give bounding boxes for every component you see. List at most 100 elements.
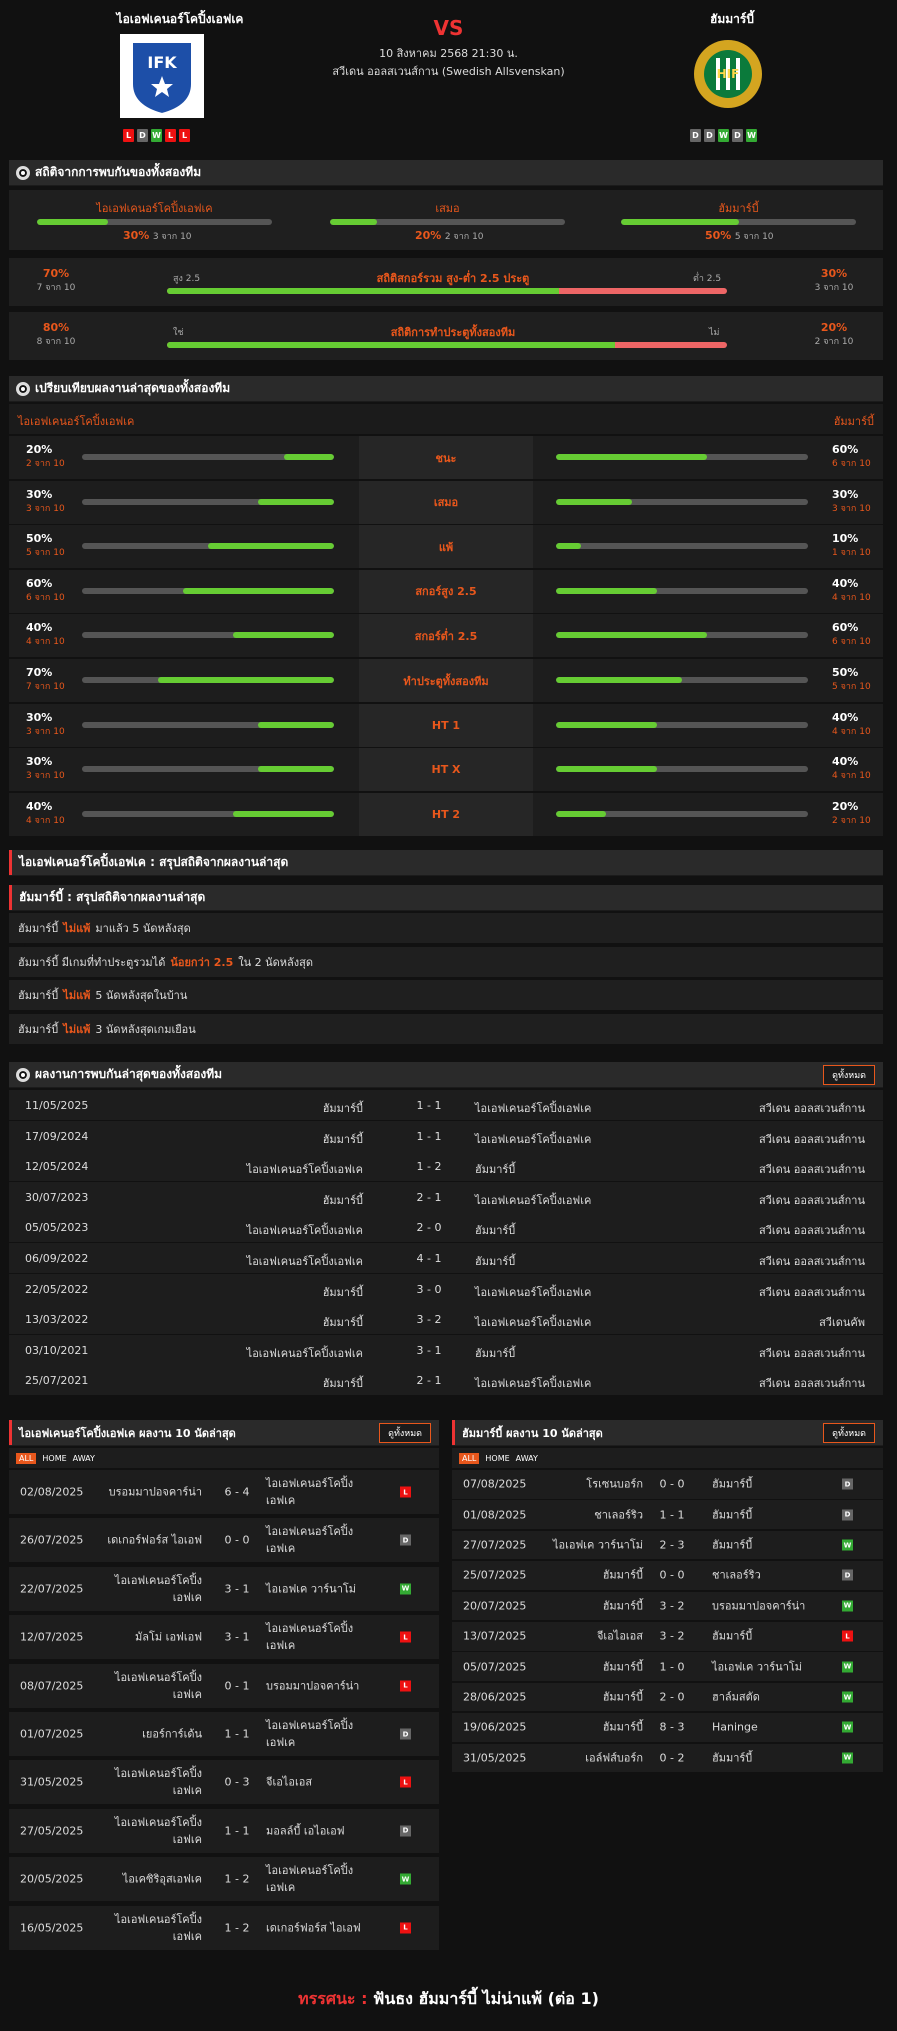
away-team-name[interactable]: ฮัมมาร์บี้ (632, 10, 832, 29)
away-team[interactable]: ฮัมมาร์บี้ (712, 1749, 817, 1766)
home-team[interactable]: ฮัมมาร์บี้ (323, 1130, 363, 1148)
h2h-match-row[interactable]: 05/05/2023 ไอเอฟเคนอร์โคปิ้งเอฟเค 2 - 0 ฮัม… (9, 1212, 883, 1243)
home-team[interactable]: ฮัมมาร์บี้ (323, 1099, 363, 1117)
home-team[interactable]: จีเอไอเอส (533, 1628, 643, 1645)
home-team[interactable]: ไอเอฟเค วาร์นาโม่ (533, 1537, 643, 1554)
away-team[interactable]: Haninge (712, 1719, 817, 1736)
away-team[interactable]: มอลล์บี้ เอไอเอฟ (266, 1822, 371, 1839)
away-team[interactable]: ไอเอฟเค วาร์นาโม่ (712, 1658, 817, 1675)
home-team[interactable]: ไอเอฟเคนอร์โคปิ้ง เอฟเค (92, 1572, 202, 1606)
compare-home-team[interactable]: ไอเอฟเคนอร์โคปิ้งเอฟเค (18, 412, 134, 430)
tab-away[interactable]: AWAY (516, 1454, 538, 1463)
home-team[interactable]: เยอร์การ์เด้น (92, 1726, 202, 1743)
h2h-match-row[interactable]: 17/09/2024 ฮัมมาร์บี้ 1 - 1 ไอเอฟเคนอร์โคปิ… (9, 1120, 883, 1151)
away-team[interactable]: ฮัมมาร์บี้ (475, 1252, 515, 1270)
home-team[interactable]: ไอเอฟเคนอร์โคปิ้งเอฟเค (247, 1160, 363, 1178)
away-team[interactable]: ไอเอฟเคนอร์โคปิ้ง เอฟเค (266, 1862, 371, 1896)
recent-match-row[interactable]: 31/05/2025 ไอเอฟเคนอร์โคปิ้ง เอฟเค 0 - 3 จี… (9, 1760, 439, 1805)
away-team[interactable]: ไอเอฟเคนอร์โคปิ้งเอฟเค (475, 1283, 591, 1301)
away-team[interactable]: ไอเอฟเคนอร์โคปิ้งเอฟเค (475, 1099, 591, 1117)
tab-all[interactable]: ALL (459, 1452, 480, 1464)
home-team[interactable]: ไอเอฟเคนอร์โคปิ้ง เอฟเค (92, 1911, 202, 1945)
away-team[interactable]: ชาเลอร์ริว (712, 1567, 817, 1584)
home-team[interactable]: มัลโม่ เอฟเอฟ (92, 1629, 202, 1646)
recent-match-row[interactable]: 26/07/2025 เดเกอร์ฟอร์ส ไอเอฟ 0 - 0 ไอเอฟเค… (9, 1518, 439, 1563)
away-team[interactable]: ฮาล์มสตัด (712, 1689, 817, 1706)
away-team[interactable]: ไอเอฟเคนอร์โคปิ้ง เอฟเค (266, 1620, 371, 1654)
recent-match-row[interactable]: 27/05/2025 ไอเอฟเคนอร์โคปิ้ง เอฟเค 1 - 1 มอ… (9, 1808, 439, 1853)
home-team[interactable]: ไอเอฟเคนอร์โคปิ้ง เอฟเค (92, 1669, 202, 1703)
h2h-match-row[interactable]: 06/09/2022 ไอเอฟเคนอร์โคปิ้งเอฟเค 4 - 1 ฮัม… (9, 1243, 883, 1273)
h2h-match-row[interactable]: 30/07/2023 ฮัมมาร์บี้ 2 - 1 ไอเอฟเคนอร์โคปิ… (9, 1181, 883, 1212)
tab-all[interactable]: ALL (16, 1452, 37, 1464)
tab-away[interactable]: AWAY (73, 1454, 95, 1463)
tab-home[interactable]: HOME (42, 1454, 66, 1463)
h2h-match-row[interactable]: 12/05/2024 ไอเอฟเคนอร์โคปิ้งเอฟเค 1 - 2 ฮัม… (9, 1151, 883, 1182)
away-team[interactable]: ไอเอฟเคนอร์โคปิ้งเอฟเค (475, 1313, 591, 1331)
away-team[interactable]: จีเอไอเอส (266, 1774, 371, 1791)
home-team[interactable]: ไอเอฟเคนอร์โคปิ้งเอฟเค (247, 1221, 363, 1239)
home-team[interactable]: เอล์ฟส์บอร์ก (533, 1749, 643, 1766)
home-team[interactable]: ฮัมมาร์บี้ (323, 1313, 363, 1331)
home-team[interactable]: ฮัมมาร์บี้ (533, 1567, 643, 1584)
recent-match-row[interactable]: 20/05/2025 ไอเคซิริอุสเอฟเค 1 - 2 ไอเอฟเคนอ… (9, 1857, 439, 1902)
away-recent-view-all-button[interactable]: ดูทั้งหมด (823, 1423, 875, 1443)
away-team[interactable]: บรอมมาปอจคาร์น่า (712, 1597, 817, 1614)
home-team[interactable]: ไอเอฟเคนอร์โคปิ้ง เอฟเค (92, 1765, 202, 1799)
h2h-match-row[interactable]: 25/07/2021 ฮัมมาร์บี้ 2 - 1 ไอเอฟเคนอร์โคปิ… (9, 1365, 883, 1396)
recent-match-row[interactable]: 31/05/2025 เอล์ฟส์บอร์ก 0 - 2 ฮัมมาร์บี้ W (452, 1743, 883, 1773)
recent-match-row[interactable]: 01/08/2025 ชาเลอร์ริว 1 - 1 ฮัมมาร์บี้ D (452, 1500, 883, 1529)
recent-match-row[interactable]: 16/05/2025 ไอเอฟเคนอร์โคปิ้ง เอฟเค 1 - 2 เด… (9, 1905, 439, 1950)
h2h-match-row[interactable]: 11/05/2025 ฮัมมาร์บี้ 1 - 1 ไอเอฟเคนอร์โคปิ… (9, 1090, 883, 1120)
away-team[interactable]: บรอมมาปอจคาร์น่า (266, 1677, 371, 1694)
home-team[interactable]: ไอเอฟเคนอร์โคปิ้ง เอฟเค (92, 1814, 202, 1848)
away-team[interactable]: เดเกอร์ฟอร์ส ไอเอฟ (266, 1919, 371, 1936)
away-team[interactable]: ไอเอฟเคนอร์โคปิ้งเอฟเค (475, 1191, 591, 1209)
recent-match-row[interactable]: 27/07/2025 ไอเอฟเค วาร์นาโม่ 2 - 3 ฮัมมาร์บ… (452, 1530, 883, 1560)
away-team[interactable]: ไอเอฟเคนอร์โคปิ้ง เอฟเค (266, 1475, 371, 1509)
home-team[interactable]: ฮัมมาร์บี้ (533, 1597, 643, 1614)
recent-match-row[interactable]: 05/07/2025 ฮัมมาร์บี้ 1 - 0 ไอเอฟเค วาร์นาโ… (452, 1652, 883, 1681)
h2h-match-row[interactable]: 03/10/2021 ไอเอฟเคนอร์โคปิ้งเอฟเค 3 - 1 ฮัม… (9, 1334, 883, 1365)
recent-match-row[interactable]: 01/07/2025 เยอร์การ์เด้น 1 - 1 ไอเอฟเคนอร์โ… (9, 1712, 439, 1756)
recent-match-row[interactable]: 22/07/2025 ไอเอฟเคนอร์โคปิ้ง เอฟเค 3 - 1 ไอ… (9, 1566, 439, 1611)
home-team[interactable]: ฮัมมาร์บี้ (323, 1283, 363, 1301)
recent-match-row[interactable]: 08/07/2025 ไอเอฟเคนอร์โคปิ้ง เอฟเค 0 - 1 บร… (9, 1663, 439, 1708)
home-team[interactable]: ฮัมมาร์บี้ (323, 1374, 363, 1392)
away-team[interactable]: ฮัมมาร์บี้ (475, 1221, 515, 1239)
home-team[interactable]: ไอเอฟเคนอร์โคปิ้งเอฟเค (247, 1344, 363, 1362)
away-team[interactable]: ไอเอฟเคนอร์โคปิ้งเอฟเค (475, 1130, 591, 1148)
home-team[interactable]: บรอมมาปอจคาร์น่า (92, 1484, 202, 1501)
view-all-button[interactable]: ดูทั้งหมด (823, 1065, 875, 1085)
home-team[interactable]: ฮัมมาร์บี้ (323, 1191, 363, 1209)
home-team[interactable]: โรเซนบอร์ก (533, 1476, 643, 1493)
h2h-match-row[interactable]: 13/03/2022 ฮัมมาร์บี้ 3 - 2 ไอเอฟเคนอร์โคปิ… (9, 1304, 883, 1335)
home-team[interactable]: ไอเอฟเคนอร์โคปิ้งเอฟเค (247, 1252, 363, 1270)
away-team[interactable]: ฮัมมาร์บี้ (712, 1506, 817, 1523)
away-team[interactable]: ฮัมมาร์บี้ (712, 1537, 817, 1554)
home-team[interactable]: ชาเลอร์ริว (533, 1506, 643, 1523)
tab-home[interactable]: HOME (485, 1454, 509, 1463)
recent-match-row[interactable]: 19/06/2025 ฮัมมาร์บี้ 8 - 3 Haninge W (452, 1713, 883, 1742)
away-team[interactable]: ฮัมมาร์บี้ (475, 1344, 515, 1362)
recent-match-row[interactable]: 12/07/2025 มัลโม่ เอฟเอฟ 3 - 1 ไอเอฟเคนอร์โ… (9, 1615, 439, 1660)
home-recent-view-all-button[interactable]: ดูทั้งหมด (379, 1423, 431, 1443)
recent-match-row[interactable]: 20/07/2025 ฮัมมาร์บี้ 3 - 2 บรอมมาปอจคาร์น่… (452, 1591, 883, 1621)
home-team[interactable]: ฮัมมาร์บี้ (533, 1719, 643, 1736)
recent-match-row[interactable]: 28/06/2025 ฮัมมาร์บี้ 2 - 0 ฮาล์มสตัด W (452, 1682, 883, 1712)
recent-match-row[interactable]: 02/08/2025 บรอมมาปอจคาร์น่า 6 - 4 ไอเอฟเคนอ… (9, 1470, 439, 1514)
away-team[interactable]: ไอเอฟเค วาร์นาโม่ (266, 1580, 371, 1597)
h2h-match-row[interactable]: 22/05/2022 ฮัมมาร์บี้ 3 - 0 ไอเอฟเคนอร์โคปิ… (9, 1273, 883, 1304)
home-team[interactable]: ฮัมมาร์บี้ (533, 1689, 643, 1706)
away-team[interactable]: ไอเอฟเคนอร์โคปิ้ง เอฟเค (266, 1523, 371, 1557)
away-team[interactable]: ไอเอฟเคนอร์โคปิ้ง เอฟเค (266, 1717, 371, 1751)
home-team[interactable]: ฮัมมาร์บี้ (533, 1658, 643, 1675)
away-team[interactable]: ฮัมมาร์บี้ (475, 1160, 515, 1178)
recent-match-row[interactable]: 07/08/2025 โรเซนบอร์ก 0 - 0 ฮัมมาร์บี้ D (452, 1470, 883, 1499)
recent-match-row[interactable]: 25/07/2025 ฮัมมาร์บี้ 0 - 0 ชาเลอร์ริว D (452, 1561, 883, 1590)
away-team[interactable]: ฮัมมาร์บี้ (712, 1628, 817, 1645)
home-team[interactable]: ไอเคซิริอุสเอฟเค (92, 1871, 202, 1888)
home-team[interactable]: เดเกอร์ฟอร์ส ไอเอฟ (92, 1532, 202, 1549)
away-team[interactable]: ไอเอฟเคนอร์โคปิ้งเอฟเค (475, 1374, 591, 1392)
recent-match-row[interactable]: 13/07/2025 จีเอไอเอส 3 - 2 ฮัมมาร์บี้ L (452, 1622, 883, 1651)
